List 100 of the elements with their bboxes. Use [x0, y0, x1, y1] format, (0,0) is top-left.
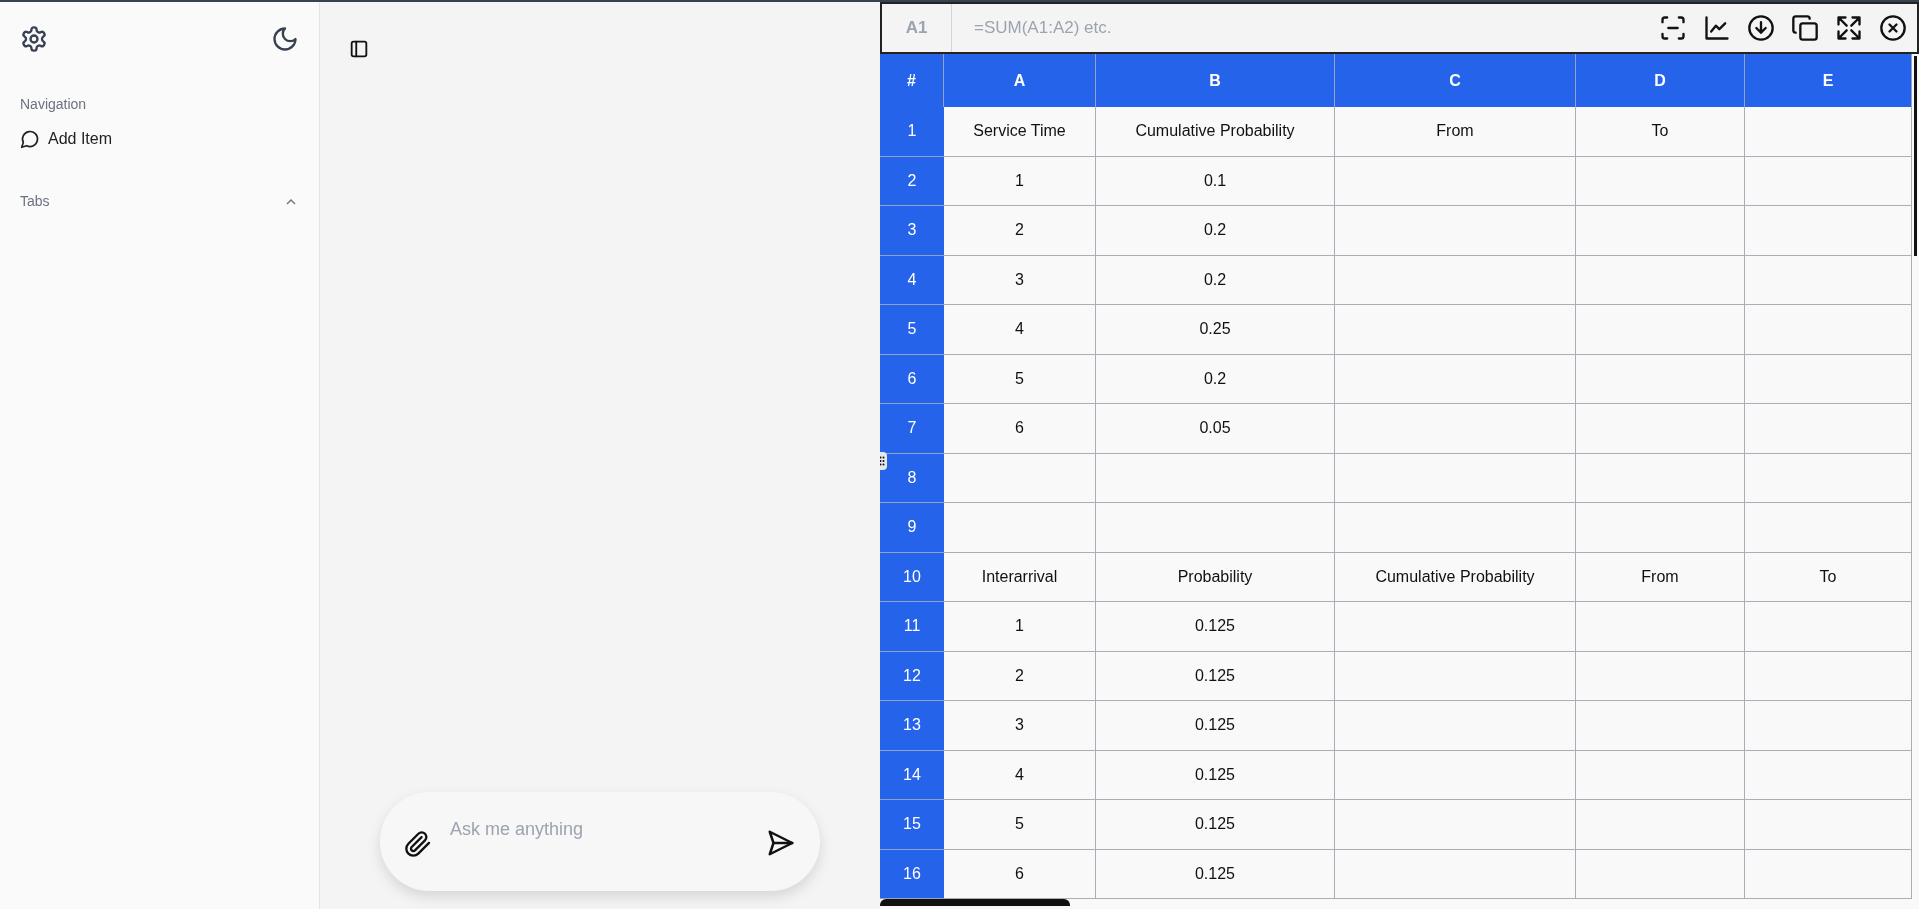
row-header[interactable]: 12 [880, 651, 944, 701]
table-cell[interactable]: 0.125 [1096, 651, 1335, 701]
table-cell[interactable] [1576, 849, 1745, 899]
horizontal-scrollbar[interactable] [880, 899, 1070, 906]
table-cell[interactable]: Cumulative Probability [1096, 107, 1335, 157]
table-cell[interactable]: 0.1 [1096, 156, 1335, 206]
column-header[interactable]: B [1096, 54, 1335, 107]
table-cell[interactable]: To [1745, 552, 1912, 602]
table-cell[interactable] [1335, 156, 1576, 206]
table-cell[interactable] [1745, 107, 1912, 157]
table-cell[interactable] [1335, 503, 1576, 553]
scan-icon[interactable] [1659, 14, 1687, 42]
download-icon[interactable] [1747, 14, 1775, 42]
row-header[interactable]: 7 [880, 404, 944, 454]
column-header[interactable]: E [1745, 54, 1912, 107]
table-cell[interactable]: 2 [944, 651, 1096, 701]
table-cell[interactable] [1335, 453, 1576, 503]
table-cell[interactable] [1335, 255, 1576, 305]
table-cell[interactable] [1576, 701, 1745, 751]
table-cell[interactable] [1745, 800, 1912, 850]
table-cell[interactable]: Interarrival [944, 552, 1096, 602]
row-header[interactable]: 2 [880, 156, 944, 206]
table-cell[interactable] [1335, 800, 1576, 850]
row-header[interactable]: 1 [880, 107, 944, 157]
table-cell[interactable] [1335, 651, 1576, 701]
row-header[interactable]: 14 [880, 750, 944, 800]
table-cell[interactable] [1745, 750, 1912, 800]
table-cell[interactable]: 0.25 [1096, 305, 1335, 355]
table-cell[interactable]: From [1335, 107, 1576, 157]
table-cell[interactable]: 6 [944, 404, 1096, 454]
row-header[interactable]: 16 [880, 849, 944, 899]
table-cell[interactable] [1576, 305, 1745, 355]
table-cell[interactable]: 4 [944, 750, 1096, 800]
table-cell[interactable]: 0.2 [1096, 255, 1335, 305]
table-cell[interactable] [1335, 750, 1576, 800]
table-cell[interactable]: 0.125 [1096, 701, 1335, 751]
table-cell[interactable] [1335, 602, 1576, 652]
table-cell[interactable] [1745, 602, 1912, 652]
paperclip-icon[interactable] [404, 830, 432, 858]
copy-icon[interactable] [1791, 14, 1819, 42]
row-header[interactable]: 9 [880, 503, 944, 553]
formula-field[interactable]: =SUM(A1:A2) etc. [974, 15, 1659, 41]
table-cell[interactable] [1335, 305, 1576, 355]
table-cell[interactable]: 5 [944, 800, 1096, 850]
vertical-scrollbar[interactable] [1914, 56, 1917, 256]
row-header[interactable]: 13 [880, 701, 944, 751]
expand-icon[interactable] [1835, 14, 1863, 42]
table-cell[interactable] [1745, 503, 1912, 553]
row-header[interactable]: 3 [880, 206, 944, 256]
row-header[interactable]: 6 [880, 354, 944, 404]
table-cell[interactable] [1335, 354, 1576, 404]
table-cell[interactable]: From [1576, 552, 1745, 602]
table-cell[interactable] [1096, 453, 1335, 503]
table-cell[interactable] [1576, 354, 1745, 404]
table-cell[interactable]: 0.125 [1096, 602, 1335, 652]
table-cell[interactable]: Probability [1096, 552, 1335, 602]
table-cell[interactable] [1576, 156, 1745, 206]
table-cell[interactable] [944, 503, 1096, 553]
table-cell[interactable] [1096, 503, 1335, 553]
table-cell[interactable] [1335, 849, 1576, 899]
column-header[interactable]: C [1335, 54, 1576, 107]
row-header[interactable]: 5 [880, 305, 944, 355]
table-cell[interactable]: 5 [944, 354, 1096, 404]
table-cell[interactable] [1745, 453, 1912, 503]
line-chart-icon[interactable] [1703, 14, 1731, 42]
row-header[interactable]: 8 [880, 453, 944, 503]
table-cell[interactable]: 0.2 [1096, 354, 1335, 404]
close-icon[interactable] [1879, 14, 1907, 42]
table-cell[interactable] [1576, 651, 1745, 701]
table-cell[interactable] [1745, 206, 1912, 256]
table-cell[interactable]: To [1576, 107, 1745, 157]
moon-icon[interactable] [271, 25, 299, 53]
table-cell[interactable] [1576, 255, 1745, 305]
table-cell[interactable]: 3 [944, 701, 1096, 751]
table-cell[interactable] [1745, 701, 1912, 751]
table-cell[interactable] [1745, 849, 1912, 899]
nav-item[interactable]: Add Item [20, 127, 113, 151]
table-cell[interactable] [1335, 404, 1576, 454]
table-cell[interactable] [944, 453, 1096, 503]
table-cell[interactable]: 0.2 [1096, 206, 1335, 256]
table-cell[interactable]: 0.125 [1096, 800, 1335, 850]
table-cell[interactable] [1576, 800, 1745, 850]
settings-icon[interactable] [20, 25, 48, 53]
table-cell[interactable] [1576, 602, 1745, 652]
table-cell[interactable] [1335, 701, 1576, 751]
table-cell[interactable] [1576, 750, 1745, 800]
row-header[interactable]: 15 [880, 800, 944, 850]
table-cell[interactable]: 1 [944, 156, 1096, 206]
table-cell[interactable] [1576, 453, 1745, 503]
column-header[interactable]: A [944, 54, 1096, 107]
table-cell[interactable] [1576, 206, 1745, 256]
tabs-section-toggle[interactable]: Tabs [20, 191, 299, 212]
row-header[interactable]: 11 [880, 602, 944, 652]
table-cell[interactable] [1745, 255, 1912, 305]
table-cell[interactable]: 0.05 [1096, 404, 1335, 454]
drag-handle-icon[interactable] [880, 452, 887, 470]
table-cell[interactable] [1576, 503, 1745, 553]
table-cell[interactable] [1745, 305, 1912, 355]
table-cell[interactable]: 4 [944, 305, 1096, 355]
table-cell[interactable] [1335, 206, 1576, 256]
